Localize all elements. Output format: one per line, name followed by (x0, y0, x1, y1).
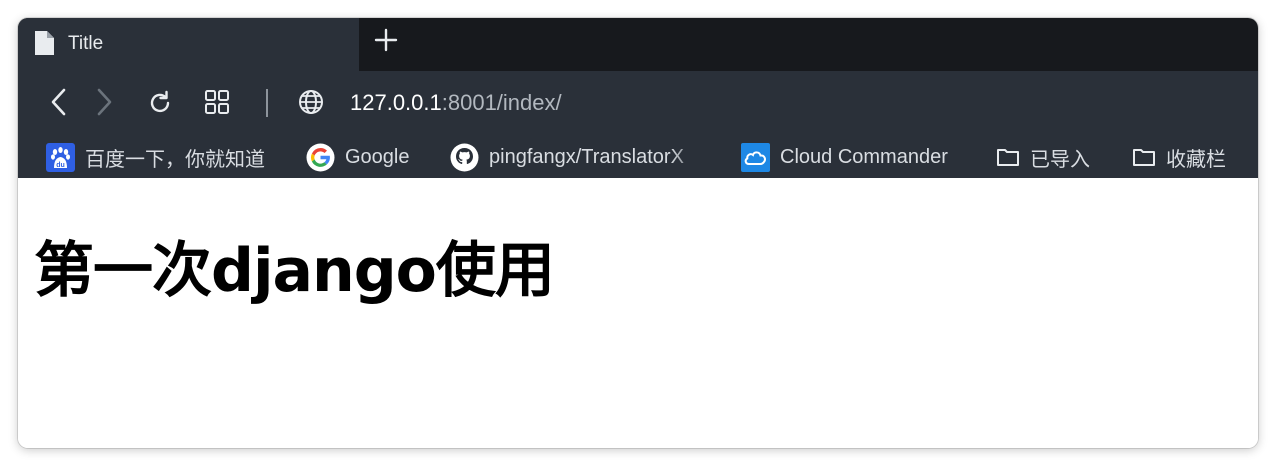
bookmark-google[interactable]: Google (306, 139, 410, 175)
tab-strip: Title (18, 18, 1258, 71)
globe-icon (299, 90, 323, 114)
bookmark-label: 收藏栏 (1166, 148, 1226, 171)
bookmark-folder-imported[interactable]: 已导入 (996, 139, 1090, 175)
url-host: 127.0.0.1 (350, 90, 442, 115)
bookmark-cloud-commander[interactable]: Cloud Commander (741, 139, 948, 175)
bookmark-label: 百度一下，你就知道 (85, 148, 265, 171)
bookmark-github[interactable]: pingfangx/TranslatorX (450, 139, 703, 175)
forward-button[interactable] (93, 87, 115, 117)
page-content: 第一次django使用 (18, 178, 1258, 448)
baidu-icon: du (46, 142, 75, 172)
svg-text:du: du (56, 162, 65, 169)
cloud-icon (741, 142, 770, 172)
tab-active[interactable]: Title (18, 18, 359, 71)
google-icon (306, 143, 335, 171)
github-icon (450, 143, 479, 171)
address-bar[interactable]: 127.0.0.1:8001/index/ (350, 90, 562, 116)
toolbar-divider (266, 89, 268, 117)
bookmarks-bar: du 百度一下，你就知道 Google pingfangx/Translator… (18, 139, 1258, 177)
bookmark-label: pingfangx/TranslatorX (489, 145, 684, 168)
url-path: :8001/index/ (441, 90, 562, 115)
document-icon (35, 31, 54, 55)
tab-title: Title (68, 33, 104, 54)
new-tab-button[interactable] (373, 27, 399, 53)
bookmark-label: Google (345, 145, 410, 168)
back-button[interactable] (48, 87, 70, 117)
bookmark-baidu[interactable]: du 百度一下，你就知道 (46, 139, 265, 175)
grid-icon[interactable] (204, 89, 230, 115)
folder-icon (1133, 149, 1155, 166)
reload-button[interactable] (146, 89, 174, 117)
browser-window: Title 127.0.0.1:8001/index/ du 百度一下，你就知道… (18, 18, 1258, 448)
folder-icon (997, 149, 1019, 166)
bookmark-label: Cloud Commander (780, 145, 948, 168)
page-heading: 第一次django使用 (34, 236, 555, 306)
bookmark-folder-favorites[interactable]: 收藏栏 (1132, 139, 1226, 175)
bookmark-label: 已导入 (1030, 148, 1090, 171)
